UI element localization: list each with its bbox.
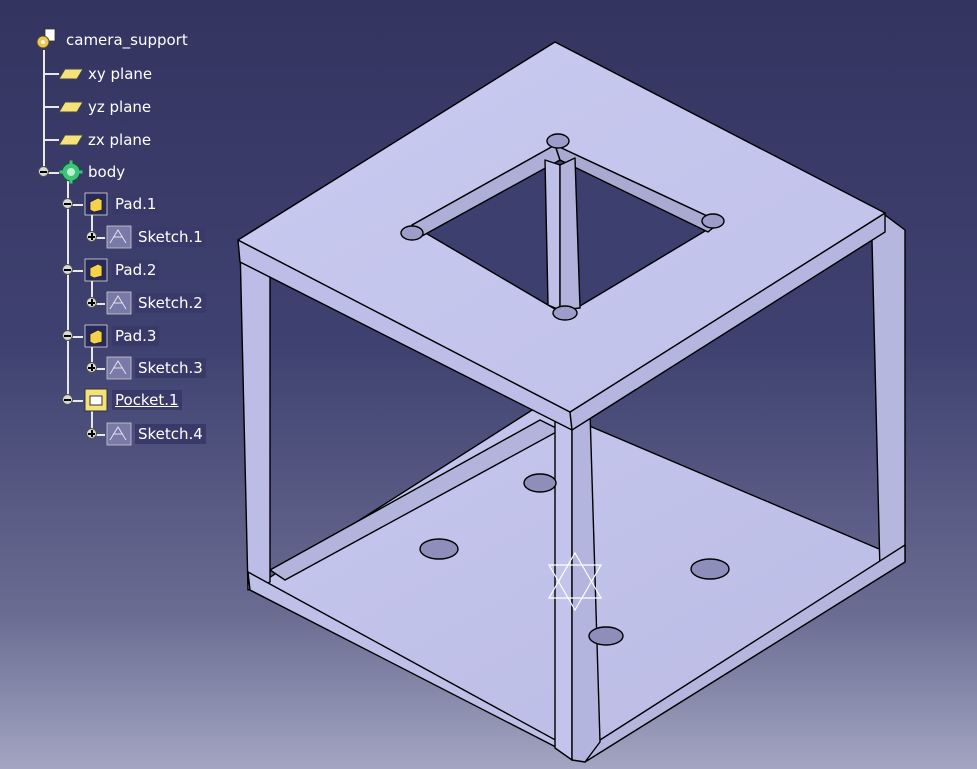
sketch-label: Sketch.4 [135,424,206,444]
pad-icon [84,258,108,282]
tree-item-zx-plane[interactable]: zx plane [59,128,154,152]
tree-branch [43,106,59,108]
top-hole-back [546,133,570,149]
sketch-label: Sketch.2 [135,293,206,313]
sketch-icon [106,291,132,315]
tree-item-pocket1[interactable]: Pocket.1 [84,388,182,412]
tree-item-pad1[interactable]: Pad.1 [84,192,160,216]
plane-icon [59,101,84,113]
tree-item-sketch2[interactable]: Sketch.2 [106,291,206,315]
pad-label: Pad.3 [112,326,160,346]
plane-label: zx plane [88,131,152,149]
expand-sketch4-toggle[interactable] [86,428,97,439]
pad-label: Pad.1 [112,194,160,214]
collapse-body-toggle[interactable] [38,166,49,177]
tree-item-pad3[interactable]: Pad.3 [84,324,160,348]
sketch-label: Sketch.3 [135,358,206,378]
collapse-pocket1-toggle[interactable] [62,394,73,405]
tree-item-sketch1[interactable]: Sketch.1 [106,225,206,249]
tree-item-sketch4[interactable]: Sketch.4 [106,422,206,446]
top-hole-left [400,225,424,241]
sketch-icon [106,422,132,446]
tree-item-yz-plane[interactable]: yz plane [59,95,154,119]
expand-sketch3-toggle[interactable] [86,362,97,373]
floor-hole-1 [523,473,557,493]
plane-label: yz plane [88,98,152,116]
plane-icon [59,134,84,146]
tree-line-root [43,50,45,175]
floor-hole-4 [588,626,624,646]
tree-item-root[interactable]: camera_support [35,28,191,52]
specification-tree: camera_support xy plane yz plane zx plan… [0,0,320,460]
collapse-pad3-toggle[interactable] [62,330,73,341]
sketch-icon [106,225,132,249]
pad-icon [84,192,108,216]
floor-hole-3 [690,558,730,580]
tree-branch [43,139,59,141]
pad-icon [84,324,108,348]
expand-sketch2-toggle[interactable] [86,297,97,308]
tree-item-sketch3[interactable]: Sketch.3 [106,356,206,380]
tree-branch [43,73,59,75]
pad-label: Pad.2 [112,260,160,280]
top-hole-right [701,213,725,229]
post-right-back [871,214,906,573]
plane-icon [59,68,84,80]
body-gear-icon [59,160,83,184]
pocket-label: Pocket.1 [112,390,182,410]
sketch-label: Sketch.1 [135,227,206,247]
plane-label: xy plane [88,65,153,83]
center-rod [544,159,561,311]
floor-hole-2 [419,538,459,560]
pocket-icon [84,388,108,412]
part-gear-icon [36,28,56,49]
3d-viewport[interactable]: camera_support xy plane yz plane zx plan… [0,0,977,769]
top-hole-front [552,305,578,321]
tree-item-xy-plane[interactable]: xy plane [59,62,155,86]
post-front [554,411,573,761]
tree-root-label: camera_support [66,31,188,49]
tree-item-body[interactable]: body [59,160,128,184]
tree-item-pad2[interactable]: Pad.2 [84,258,160,282]
collapse-pad2-toggle[interactable] [62,264,73,275]
tree-line-body [67,180,69,402]
body-label: body [88,163,126,181]
sketch-icon [106,356,132,380]
collapse-pad1-toggle[interactable] [62,198,73,209]
expand-sketch1-toggle[interactable] [86,231,97,242]
